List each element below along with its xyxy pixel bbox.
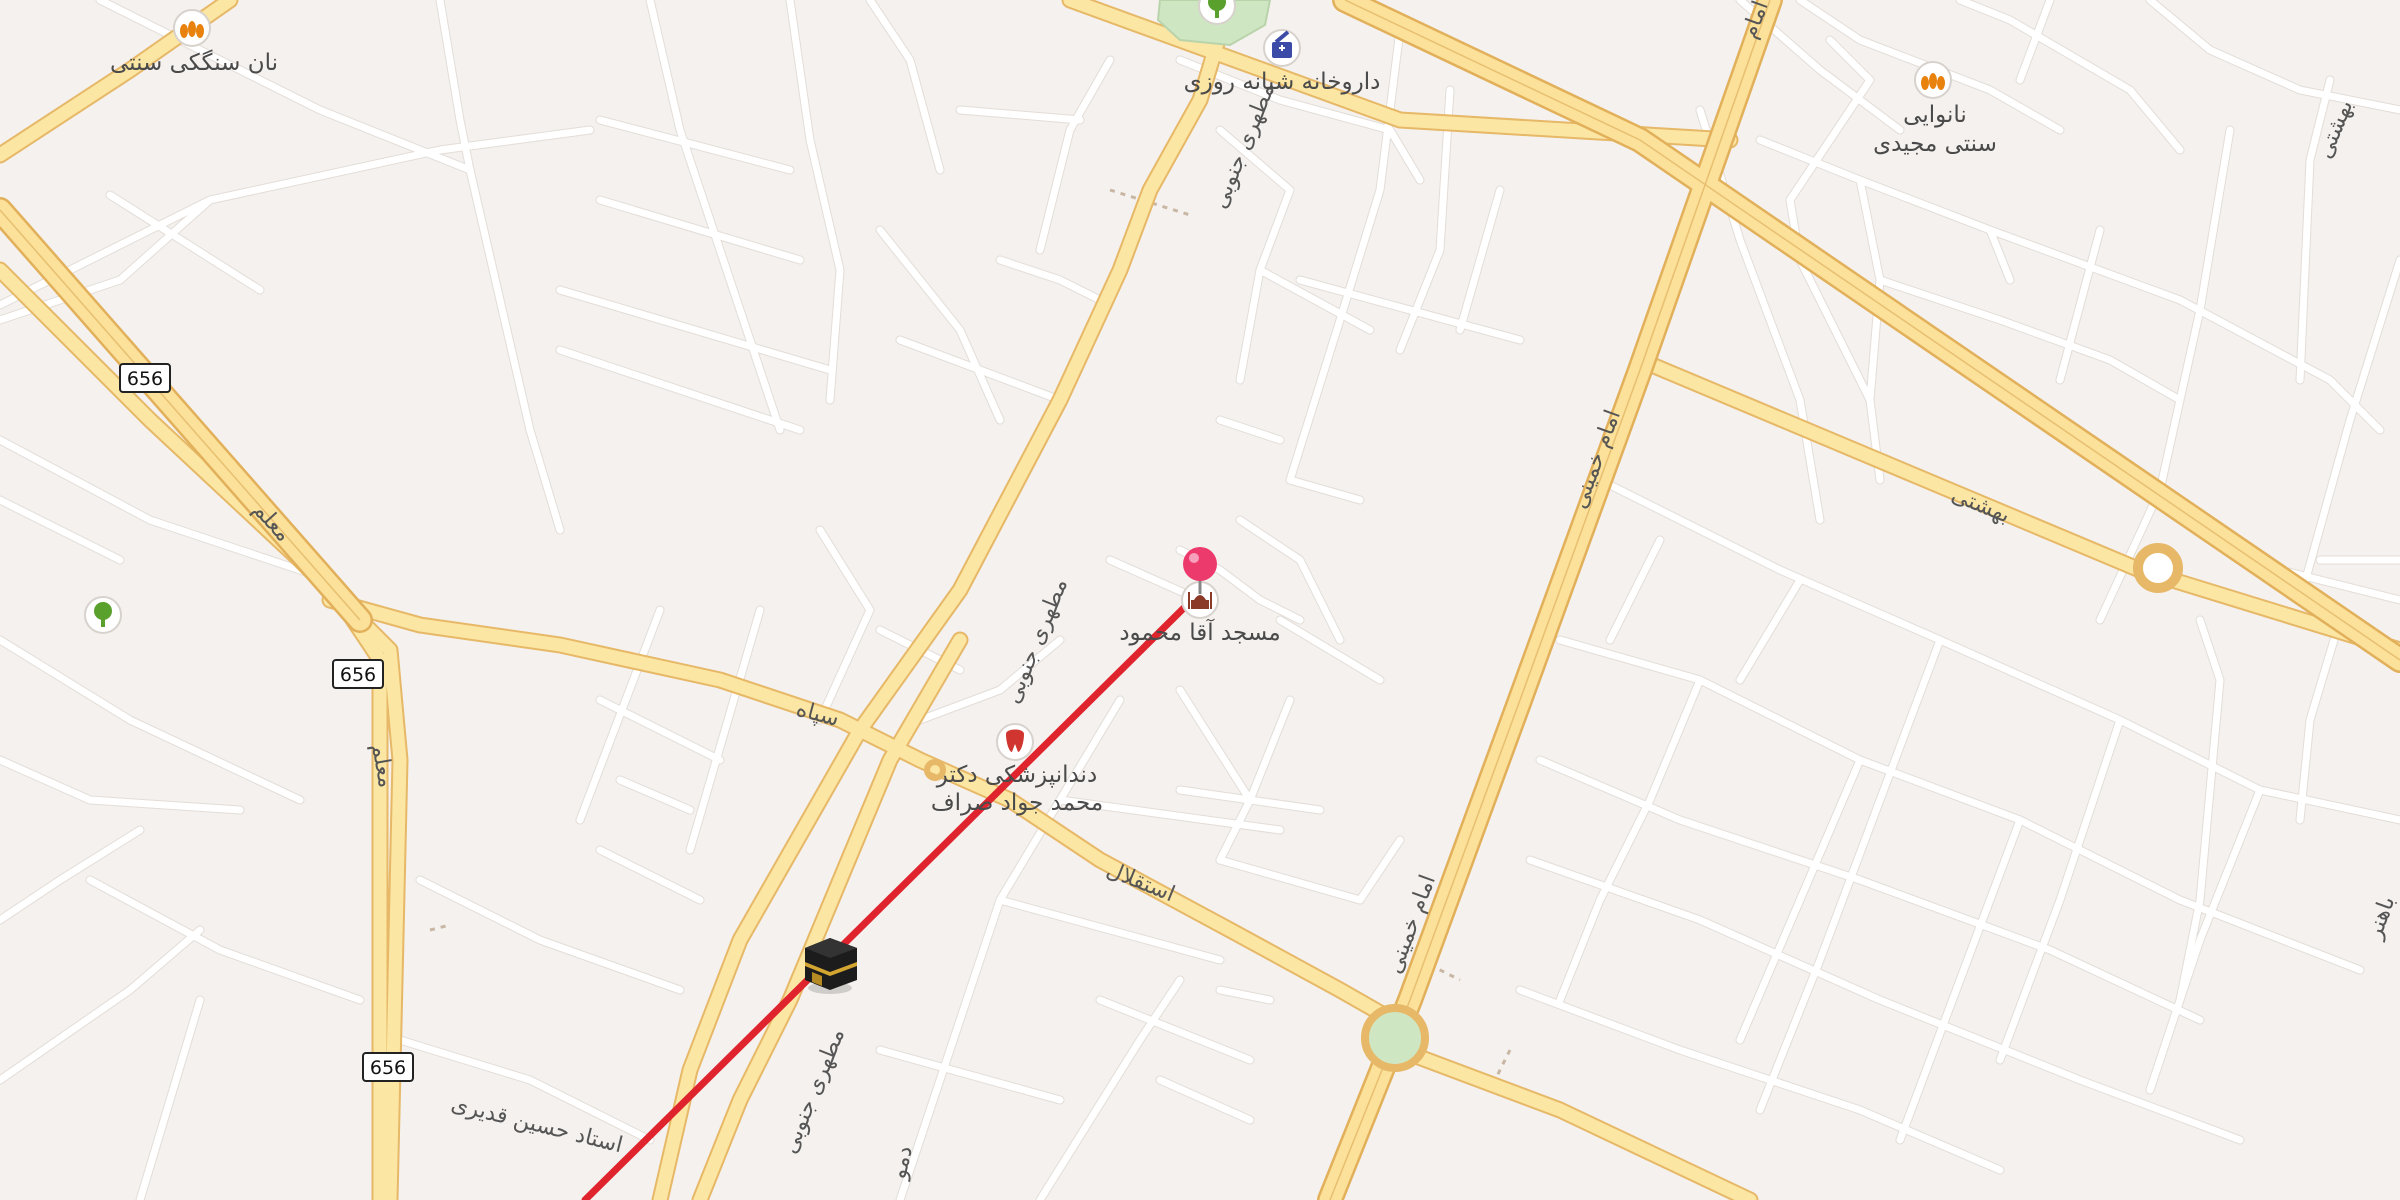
svg-text:محمد جواد صراف: محمد جواد صراف [931,790,1103,816]
kaaba-icon[interactable] [805,938,857,994]
street-label-motahari: مطهری جنوبی [1207,80,1280,212]
poi-bakery[interactable]: نانوایی سنتی مجیدی [1873,61,1997,157]
street-labels: مطهری جنوبی مطهری جنوبی مطهری جنوبی امام… [248,0,2400,1182]
svg-text:دندانپزشکی دکتر: دندانپزشکی دکتر [936,762,1097,788]
map-canvas[interactable]: 656 656 656 مطهری جنوبی مطهری جنوبی مطهر… [0,0,2400,1200]
poi-dentist[interactable]: دندانپزشکی دکتر محمد جواد صراف [931,723,1103,816]
street-label-esteghlal: استقلال [1103,857,1179,907]
svg-text:نان سنگکی سنتی: نان سنگکی سنتی [110,49,278,76]
svg-text:داروخانه شبانه روزی: داروخانه شبانه روزی [1184,69,1381,95]
poi-park[interactable] [84,596,122,634]
street-label-side: باهنر [2362,893,2400,943]
route-shield: 656 [362,1052,414,1082]
street-label-beheshti: بهشتی [1948,482,2014,528]
svg-text:656: 656 [370,1057,406,1079]
map-svg[interactable]: 656 656 656 مطهری جنوبی مطهری جنوبی مطهر… [0,0,2400,1200]
svg-text:656: 656 [340,664,376,686]
svg-text:656: 656 [127,368,163,390]
street-label-ostad: استاد حسین قدیری [449,1092,626,1159]
svg-text:سنتی مجیدی: سنتی مجیدی [1873,131,1997,157]
svg-text:مسجد آقا محمود: مسجد آقا محمود [1119,618,1280,646]
street-label-motahari: مطهری جنوبی [777,1025,850,1157]
street-label-sepah: سپاه [793,697,841,732]
route-shield: 656 [119,363,171,393]
street-label-side: دمو [886,1144,918,1182]
route-shield: 656 [332,659,384,689]
svg-text:نانوایی: نانوایی [1903,102,1967,128]
